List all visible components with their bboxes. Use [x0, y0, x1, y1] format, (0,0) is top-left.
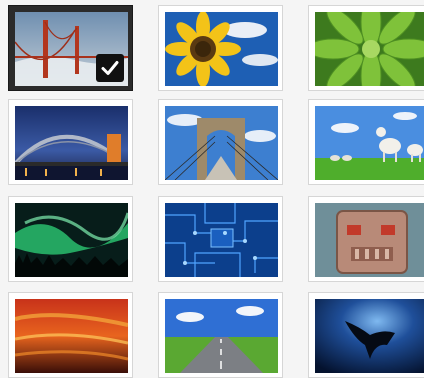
thumbnail-green-succulent[interactable]: [308, 5, 424, 91]
thumbnail-manta-ray[interactable]: [308, 292, 424, 378]
sunflower-image: [165, 12, 278, 86]
thumbnail-golden-gate-bridge[interactable]: [8, 5, 133, 91]
thumbnail-sunset-sky[interactable]: [8, 292, 133, 378]
robot-image: [315, 203, 424, 277]
circuit-board-image: [165, 203, 278, 277]
thumbnail-robot[interactable]: [308, 196, 424, 282]
aurora-image: [15, 203, 128, 277]
thumbnail-sunflower[interactable]: [158, 5, 283, 91]
manta-ray-image: [315, 299, 424, 373]
sunset-sky-image: [15, 299, 128, 373]
road-image: [165, 299, 278, 373]
succulent-image: [315, 12, 424, 86]
thumbnail-aurora[interactable]: [8, 196, 133, 282]
thumbnail-road[interactable]: [158, 292, 283, 378]
harbour-bridge-image: [15, 106, 128, 180]
check-icon: [101, 61, 119, 75]
thumbnail-circuit-board[interactable]: [158, 196, 283, 282]
thumbnail-brooklyn-bridge[interactable]: [158, 99, 283, 185]
thumbnail-grid: [0, 0, 424, 378]
thumbnail-harbour-bridge-night[interactable]: [8, 99, 133, 185]
thumbnail-lambs-on-grass[interactable]: [308, 99, 424, 185]
lambs-image: [315, 106, 424, 180]
brooklyn-bridge-image: [165, 106, 278, 180]
selected-badge: [96, 54, 124, 82]
